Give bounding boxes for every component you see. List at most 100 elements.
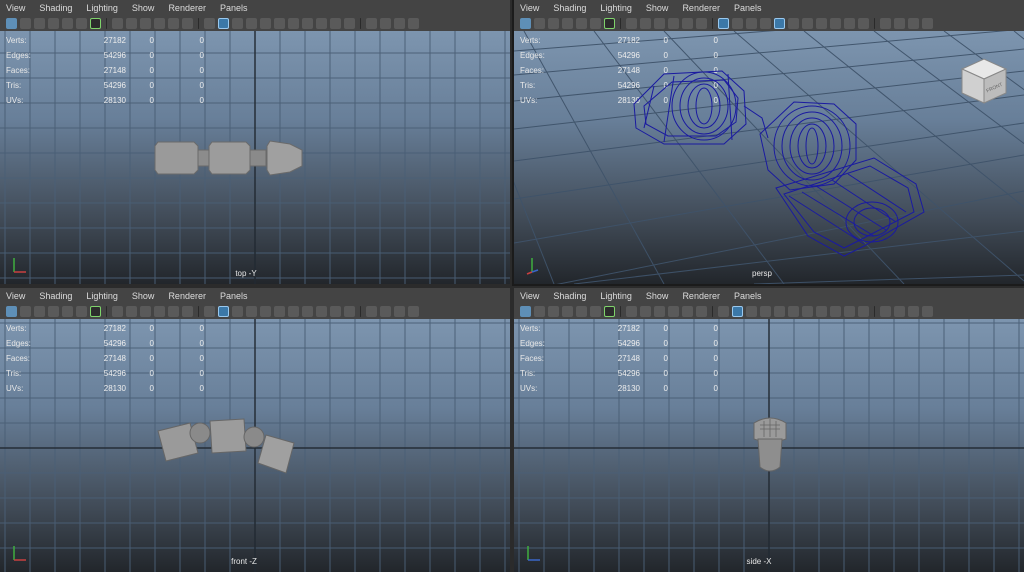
ambient-occlusion-icon[interactable]	[302, 306, 313, 317]
shadows-icon[interactable]	[288, 18, 299, 29]
image-plane-icon[interactable]	[562, 306, 573, 317]
menu-show[interactable]: Show	[646, 291, 669, 301]
select-camera-icon[interactable]	[6, 306, 17, 317]
select-camera-icon[interactable]	[520, 18, 531, 29]
xray-icon[interactable]	[894, 306, 905, 317]
xray-components-icon[interactable]	[408, 306, 419, 317]
safe-action-icon[interactable]	[182, 18, 193, 29]
viewport-side[interactable]: Verts: 27182 0 0 Edges: 54296 0 0 Faces: 27148 0…	[514, 319, 1024, 572]
ambient-occlusion-icon[interactable]	[816, 306, 827, 317]
motion-blur-icon[interactable]	[830, 306, 841, 317]
camera-attributes-icon[interactable]	[534, 306, 545, 317]
xray-icon[interactable]	[380, 306, 391, 317]
use-default-material-icon[interactable]	[232, 18, 243, 29]
smooth-shade-icon[interactable]	[732, 306, 743, 317]
menu-show[interactable]: Show	[132, 291, 155, 301]
depth-of-field-icon[interactable]	[858, 18, 869, 29]
smooth-shade-icon[interactable]	[218, 306, 229, 317]
lights-icon[interactable]	[788, 306, 799, 317]
field-chart-icon[interactable]	[168, 306, 179, 317]
image-plane-icon[interactable]	[48, 306, 59, 317]
menu-shading[interactable]: Shading	[39, 3, 72, 13]
smooth-shade-icon[interactable]	[218, 18, 229, 29]
safe-action-icon[interactable]	[696, 18, 707, 29]
viewport-front[interactable]: Verts: 27182 0 0 Edges: 54296 0 0 Faces: 27148 0…	[0, 319, 510, 572]
shadows-icon[interactable]	[802, 306, 813, 317]
brush-icon[interactable]	[604, 18, 615, 29]
menu-view[interactable]: View	[520, 291, 539, 301]
camera-attributes-icon[interactable]	[20, 306, 31, 317]
depth-of-field-icon[interactable]	[344, 306, 355, 317]
xray-icon[interactable]	[894, 18, 905, 29]
film-gate-icon[interactable]	[640, 306, 651, 317]
wireframe-on-shaded-icon[interactable]	[760, 18, 771, 29]
xray-joints-icon[interactable]	[394, 306, 405, 317]
xray-components-icon[interactable]	[922, 18, 933, 29]
antialias-icon[interactable]	[844, 306, 855, 317]
image-plane-icon[interactable]	[48, 18, 59, 29]
isolate-select-icon[interactable]	[880, 18, 891, 29]
film-gate-icon[interactable]	[126, 306, 137, 317]
menu-view[interactable]: View	[6, 291, 25, 301]
textured-icon[interactable]	[260, 306, 271, 317]
use-default-material-icon[interactable]	[746, 306, 757, 317]
brush-icon[interactable]	[90, 18, 101, 29]
textured-icon[interactable]	[774, 18, 785, 29]
resolution-gate-icon[interactable]	[140, 18, 151, 29]
viewport-persp[interactable]: Verts: 27182 0 0 Edges: 54296 0 0 Faces: 27148 0…	[514, 31, 1024, 284]
menu-shading[interactable]: Shading	[39, 291, 72, 301]
gate-mask-icon[interactable]	[668, 18, 679, 29]
grease-pencil-icon[interactable]	[76, 18, 87, 29]
isolate-select-icon[interactable]	[880, 306, 891, 317]
resolution-gate-icon[interactable]	[654, 306, 665, 317]
depth-of-field-icon[interactable]	[858, 306, 869, 317]
grease-pencil-icon[interactable]	[590, 18, 601, 29]
mesh-top-view[interactable]	[150, 136, 310, 181]
film-gate-icon[interactable]	[126, 18, 137, 29]
grid-icon[interactable]	[626, 306, 637, 317]
smooth-shade-icon[interactable]	[732, 18, 743, 29]
shadows-icon[interactable]	[288, 306, 299, 317]
2d-pan-zoom-icon[interactable]	[576, 18, 587, 29]
2d-pan-zoom-icon[interactable]	[576, 306, 587, 317]
pane-top[interactable]: View Shading Lighting Show Renderer Pane…	[0, 0, 510, 284]
select-camera-icon[interactable]	[520, 306, 531, 317]
bookmark-icon[interactable]	[548, 306, 559, 317]
wireframe-on-shaded-icon[interactable]	[246, 18, 257, 29]
camera-attributes-icon[interactable]	[20, 18, 31, 29]
menu-renderer[interactable]: Renderer	[682, 3, 720, 13]
xray-icon[interactable]	[380, 18, 391, 29]
safe-action-icon[interactable]	[696, 306, 707, 317]
menu-lighting[interactable]: Lighting	[600, 3, 632, 13]
depth-of-field-icon[interactable]	[344, 18, 355, 29]
use-default-material-icon[interactable]	[746, 18, 757, 29]
xray-components-icon[interactable]	[408, 18, 419, 29]
antialias-icon[interactable]	[844, 18, 855, 29]
wireframe-icon[interactable]	[204, 306, 215, 317]
pane-persp[interactable]: View Shading Lighting Show Renderer Pane…	[512, 0, 1024, 286]
lights-icon[interactable]	[274, 306, 285, 317]
xray-joints-icon[interactable]	[908, 306, 919, 317]
menu-renderer[interactable]: Renderer	[168, 291, 206, 301]
menu-renderer[interactable]: Renderer	[682, 291, 720, 301]
menu-view[interactable]: View	[520, 3, 539, 13]
mesh-side-view[interactable]	[750, 415, 790, 475]
safe-action-icon[interactable]	[182, 306, 193, 317]
2d-pan-zoom-icon[interactable]	[62, 306, 73, 317]
bookmark-icon[interactable]	[34, 18, 45, 29]
ambient-occlusion-icon[interactable]	[816, 18, 827, 29]
use-default-material-icon[interactable]	[232, 306, 243, 317]
wireframe-on-shaded-icon[interactable]	[760, 306, 771, 317]
field-chart-icon[interactable]	[682, 18, 693, 29]
xray-components-icon[interactable]	[922, 306, 933, 317]
bookmark-icon[interactable]	[548, 18, 559, 29]
textured-icon[interactable]	[774, 306, 785, 317]
film-gate-icon[interactable]	[640, 18, 651, 29]
menu-shading[interactable]: Shading	[553, 291, 586, 301]
grid-icon[interactable]	[112, 306, 123, 317]
mesh-front-view[interactable]	[152, 415, 307, 475]
gate-mask-icon[interactable]	[668, 306, 679, 317]
menu-panels[interactable]: Panels	[734, 291, 762, 301]
resolution-gate-icon[interactable]	[654, 18, 665, 29]
textured-icon[interactable]	[260, 18, 271, 29]
